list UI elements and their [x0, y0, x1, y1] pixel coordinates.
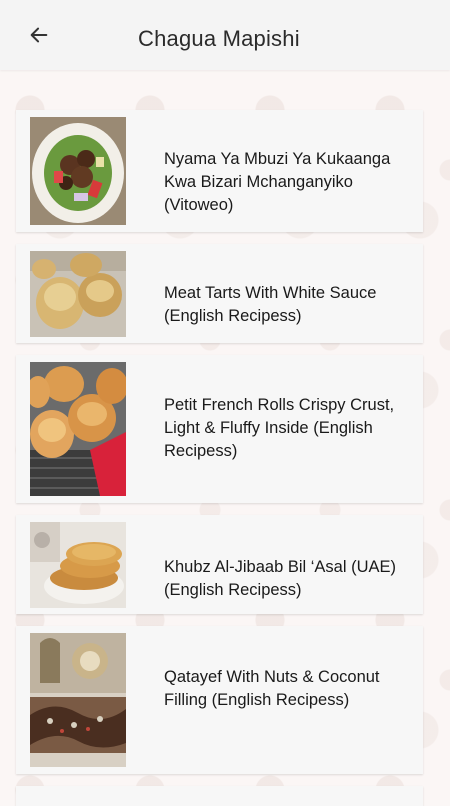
recipe-card[interactable]: Nyama Ya Mbuzi Ya Kukaanga Kwa Bizari Mc… — [16, 110, 423, 232]
back-button[interactable] — [22, 18, 56, 52]
recipe-thumbnail — [30, 117, 126, 225]
recipe-thumbnail — [30, 633, 126, 767]
recipe-thumbnail — [30, 251, 126, 337]
recipe-card-partial[interactable] — [16, 786, 423, 806]
recipe-title: Nyama Ya Mbuzi Ya Kukaanga Kwa Bizari Mc… — [164, 150, 391, 214]
arrow-left-icon — [30, 27, 48, 43]
recipe-card[interactable]: Meat Tarts With White Sauce (English Rec… — [16, 244, 423, 343]
recipe-card[interactable]: Khubz Al-Jibaab Bil ‘Asal (UAE) (English… — [16, 515, 423, 614]
recipe-title: Qatayef With Nuts & Coconut Filling (Eng… — [164, 668, 380, 709]
app-bar: Chagua Mapishi — [0, 0, 450, 70]
recipe-title: Khubz Al-Jibaab Bil ‘Asal (UAE) (English… — [164, 558, 397, 599]
page-title: Chagua Mapishi — [138, 26, 300, 51]
recipe-card[interactable]: Qatayef With Nuts & Coconut Filling (Eng… — [16, 626, 423, 774]
recipe-title: Meat Tarts With White Sauce (English Rec… — [164, 284, 377, 325]
recipe-title: Petit French Rolls Crispy Crust, Light &… — [164, 396, 395, 460]
recipe-thumbnail — [30, 362, 126, 496]
recipe-card[interactable]: Petit French Rolls Crispy Crust, Light &… — [16, 355, 423, 503]
recipe-thumbnail — [30, 522, 126, 608]
